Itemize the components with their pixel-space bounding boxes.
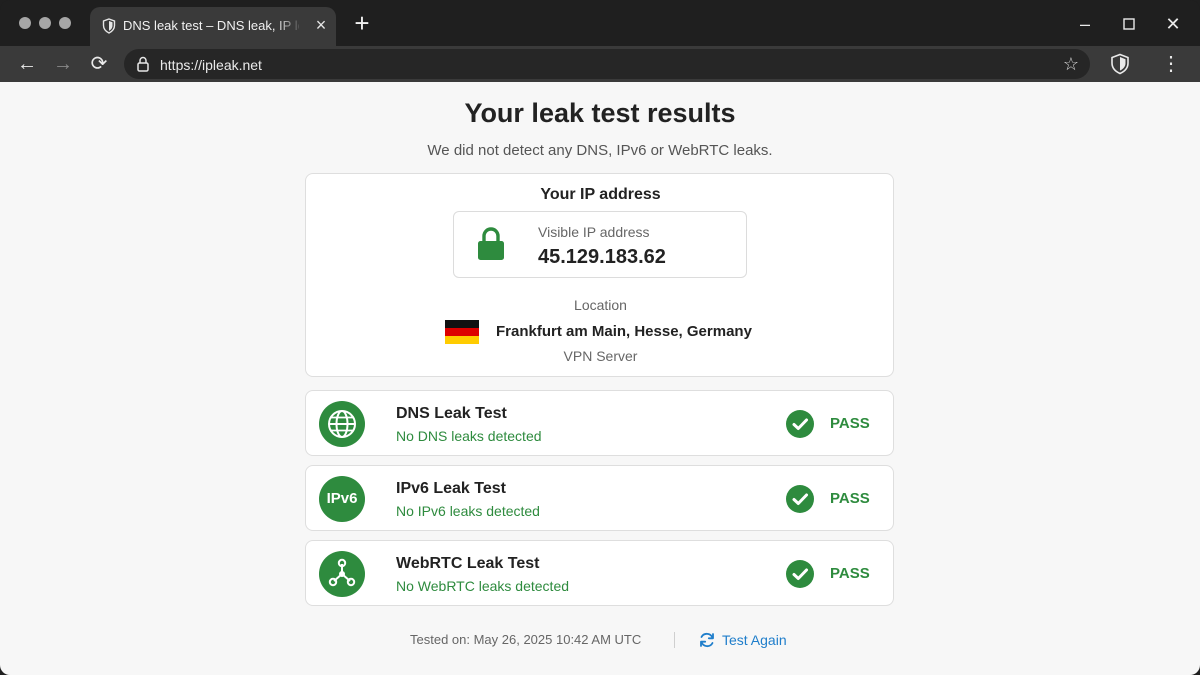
pass-status: PASS <box>830 565 870 582</box>
address-toolbar: ← → ⟳ https://ipleak.net ☆ ⋮ <box>0 46 1200 82</box>
germany-flag-icon <box>445 320 479 344</box>
forward-icon[interactable]: → <box>50 51 76 77</box>
check-circle-icon <box>786 485 814 513</box>
ipv6-leak-test-card: IPv6 IPv6 Leak Test No IPv6 leaks detect… <box>305 465 894 531</box>
minimize-icon[interactable]: – <box>1073 12 1097 36</box>
reload-icon[interactable]: ⟳ <box>86 51 112 77</box>
test-title: DNS Leak Test <box>396 405 507 422</box>
close-window-icon[interactable]: ✕ <box>1161 12 1185 36</box>
browser-tab[interactable]: DNS leak test – DNS leak, IP leak × <box>90 7 336 46</box>
page-subtitle: We did not detect any DNS, IPv6 or WebRT… <box>427 142 773 159</box>
test-title: IPv6 Leak Test <box>396 480 506 497</box>
shield-icon <box>102 18 116 34</box>
address-bar[interactable]: https://ipleak.net ☆ <box>124 49 1090 79</box>
ip-card-title: Your IP address <box>540 186 661 203</box>
tested-on-timestamp: Tested on: May 26, 2025 10:42 AM UTC <box>410 632 642 647</box>
test-result: No DNS leaks detected <box>396 428 542 444</box>
window-dot-1[interactable] <box>19 17 31 29</box>
extension-shield-icon[interactable] <box>1110 53 1130 75</box>
test-title: WebRTC Leak Test <box>396 555 540 572</box>
url-text[interactable]: https://ipleak.net <box>160 57 262 73</box>
test-result: No IPv6 leaks detected <box>396 503 540 519</box>
ipv6-icon: IPv6 <box>319 476 365 522</box>
lock-icon[interactable] <box>136 56 150 72</box>
more-menu-icon[interactable]: ⋮ <box>1160 51 1182 77</box>
globe-icon <box>319 401 365 447</box>
plus-icon[interactable]: + <box>349 10 375 37</box>
location-value: Frankfurt am Main, Hesse, Germany <box>496 323 752 340</box>
tab-title: DNS leak test – DNS leak, IP leak <box>123 18 299 33</box>
test-result: No WebRTC leaks detected <box>396 578 570 594</box>
browser-window: DNS leak test – DNS leak, IP leak × + – … <box>0 0 1200 675</box>
star-icon[interactable]: ☆ <box>1060 53 1082 75</box>
ip-address-card: Your IP address Visible IP address 45.12… <box>305 173 894 377</box>
network-icon <box>319 551 365 597</box>
visible-ip-label: Visible IP address <box>538 224 650 240</box>
window-dot-3[interactable] <box>59 17 71 29</box>
pass-status: PASS <box>830 490 870 507</box>
title-bar: DNS leak test – DNS leak, IP leak × + – … <box>0 0 1200 46</box>
refresh-icon[interactable] <box>698 631 716 649</box>
ip-address-value: 45.129.183.62 <box>538 246 666 268</box>
maximize-icon[interactable] <box>1117 12 1141 36</box>
ipv6-icon-text: IPv6 <box>326 490 358 507</box>
check-circle-icon <box>786 560 814 588</box>
footer-divider <box>674 632 675 648</box>
tab-title-fade <box>275 15 303 37</box>
dns-leak-test-card: DNS Leak Test No DNS leaks detected PASS <box>305 390 894 456</box>
close-icon[interactable]: × <box>312 16 330 34</box>
webrtc-leak-test-card: WebRTC Leak Test No WebRTC leaks detecte… <box>305 540 894 606</box>
window-dot-2[interactable] <box>39 17 51 29</box>
visible-ip-box: Visible IP address 45.129.183.62 <box>453 211 747 278</box>
page-content: Your leak test results We did not detect… <box>0 82 1200 675</box>
test-again-link[interactable]: Test Again <box>722 632 787 648</box>
location-label: Location <box>574 297 627 313</box>
check-circle-icon <box>786 410 814 438</box>
back-icon[interactable]: ← <box>14 51 40 77</box>
page-title: Your leak test results <box>464 98 736 128</box>
padlock-icon <box>478 227 504 260</box>
pass-status: PASS <box>830 415 870 432</box>
location-note: VPN Server <box>563 348 638 364</box>
